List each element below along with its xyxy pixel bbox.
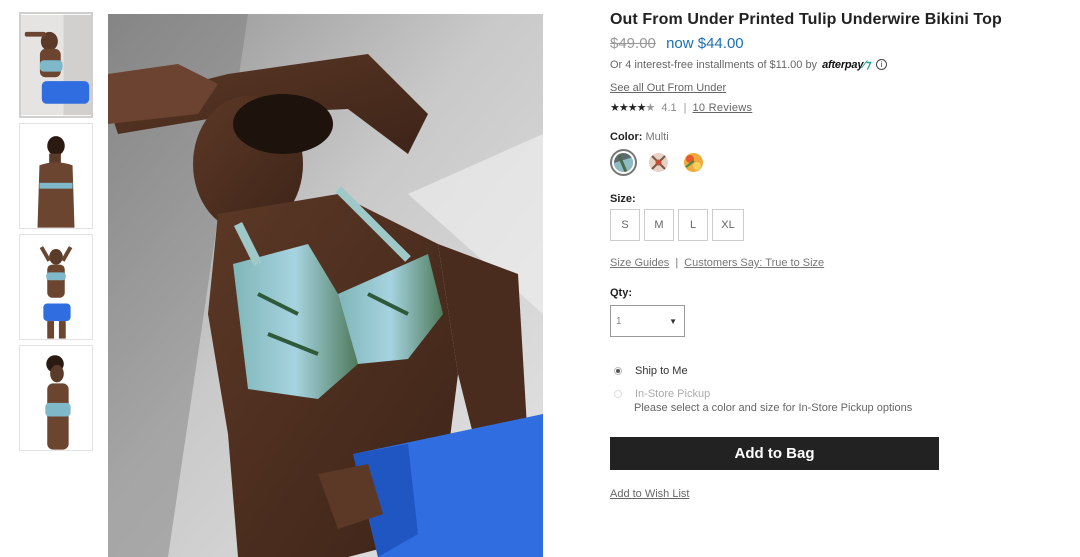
- color-value: Multi: [645, 131, 669, 143]
- info-icon[interactable]: i: [876, 59, 888, 70]
- rating-row: ★★★★★ 4.1 | 10 Reviews: [610, 101, 1050, 115]
- thumbnail-gallery: [19, 12, 93, 456]
- sale-price: now $44.00: [666, 35, 744, 52]
- thumbnail-2[interactable]: [19, 123, 93, 229]
- afterpay-logo-mark: ⁄⁊: [863, 59, 871, 71]
- customers-say-link[interactable]: Customers Say: True to Size: [684, 257, 824, 269]
- qty-label: Qty:: [610, 287, 632, 299]
- main-product-image[interactable]: [108, 14, 543, 557]
- rating-star-partial: ★: [645, 102, 655, 114]
- size-guide-separator: |: [675, 257, 679, 269]
- size-selector: S M L XL: [610, 209, 1050, 241]
- afterpay-logo-text: afterpay: [822, 59, 864, 71]
- color-label: Color: Multi: [610, 131, 1050, 143]
- size-guides-link[interactable]: Size Guides: [610, 257, 669, 269]
- in-store-pickup-text: In-Store Pickup Please select a color an…: [634, 387, 913, 415]
- size-option-m[interactable]: M: [644, 209, 674, 241]
- size-option-s[interactable]: S: [610, 209, 640, 241]
- product-info-panel: Out From Under Printed Tulip Underwire B…: [610, 10, 1050, 502]
- size-option-xl[interactable]: XL: [712, 209, 744, 241]
- afterpay-logo: afterpay⁄⁊: [822, 58, 870, 71]
- see-all-brand-link[interactable]: See all Out From Under: [610, 82, 726, 94]
- quantity-select[interactable]: 1 ▼: [610, 305, 685, 337]
- chevron-down-icon: ▼: [669, 316, 677, 326]
- color-swatch-3-image: [684, 153, 703, 172]
- color-swatch-3[interactable]: [680, 149, 707, 176]
- product-photo: [108, 14, 543, 557]
- rating-stars-full: ★★★★: [610, 102, 646, 114]
- add-to-bag-button[interactable]: Add to Bag: [610, 437, 939, 470]
- rating-value: 4.1: [661, 101, 677, 114]
- installments-text: Or 4 interest-free installments of $11.0…: [610, 58, 818, 71]
- ship-to-me-option[interactable]: Ship to Me: [610, 364, 1050, 378]
- price-row: $49.00 now $44.00: [610, 34, 1050, 53]
- thumbnail-1[interactable]: [19, 12, 93, 118]
- add-to-wishlist-link[interactable]: Add to Wish List: [610, 488, 689, 500]
- reviews-link[interactable]: 10 Reviews: [692, 102, 752, 114]
- thumbnail-4-image: [20, 346, 92, 450]
- in-store-pickup-radio[interactable]: [614, 390, 622, 398]
- color-swatch-2-image: [649, 153, 668, 172]
- color-swatch-multi[interactable]: [610, 149, 637, 176]
- color-swatch-multi-image: [614, 153, 633, 172]
- product-title: Out From Under Printed Tulip Underwire B…: [610, 11, 1002, 28]
- thumbnail-3[interactable]: [19, 234, 93, 340]
- in-store-pickup-label: In-Store Pickup: [635, 388, 711, 400]
- size-option-l[interactable]: L: [678, 209, 708, 241]
- size-guide-row: Size Guides | Customers Say: True to Size: [610, 257, 1050, 269]
- original-price: $49.00: [610, 35, 656, 52]
- thumbnail-2-image: [20, 124, 92, 228]
- thumbnail-4[interactable]: [19, 345, 93, 451]
- rating-separator: |: [683, 101, 687, 114]
- color-swatches: [610, 149, 1050, 176]
- quantity-value: 1: [616, 315, 622, 327]
- afterpay-installments: Or 4 interest-free installments of $11.0…: [610, 58, 1050, 71]
- in-store-pickup-note: Please select a color and size for In-St…: [634, 402, 913, 414]
- shipping-options: Ship to Me In-Store Pickup Please select…: [610, 364, 1050, 415]
- color-label-text: Color:: [610, 131, 643, 143]
- star-rating-icon: ★★★★★: [610, 101, 655, 114]
- ship-to-me-label: Ship to Me: [635, 365, 688, 377]
- thumbnail-1-image: [21, 14, 91, 116]
- in-store-pickup-option: In-Store Pickup Please select a color an…: [610, 387, 1050, 415]
- thumbnail-3-image: [20, 235, 92, 339]
- color-swatch-2[interactable]: [645, 149, 672, 176]
- size-label: Size:: [610, 193, 636, 205]
- ship-to-me-radio[interactable]: [614, 367, 622, 375]
